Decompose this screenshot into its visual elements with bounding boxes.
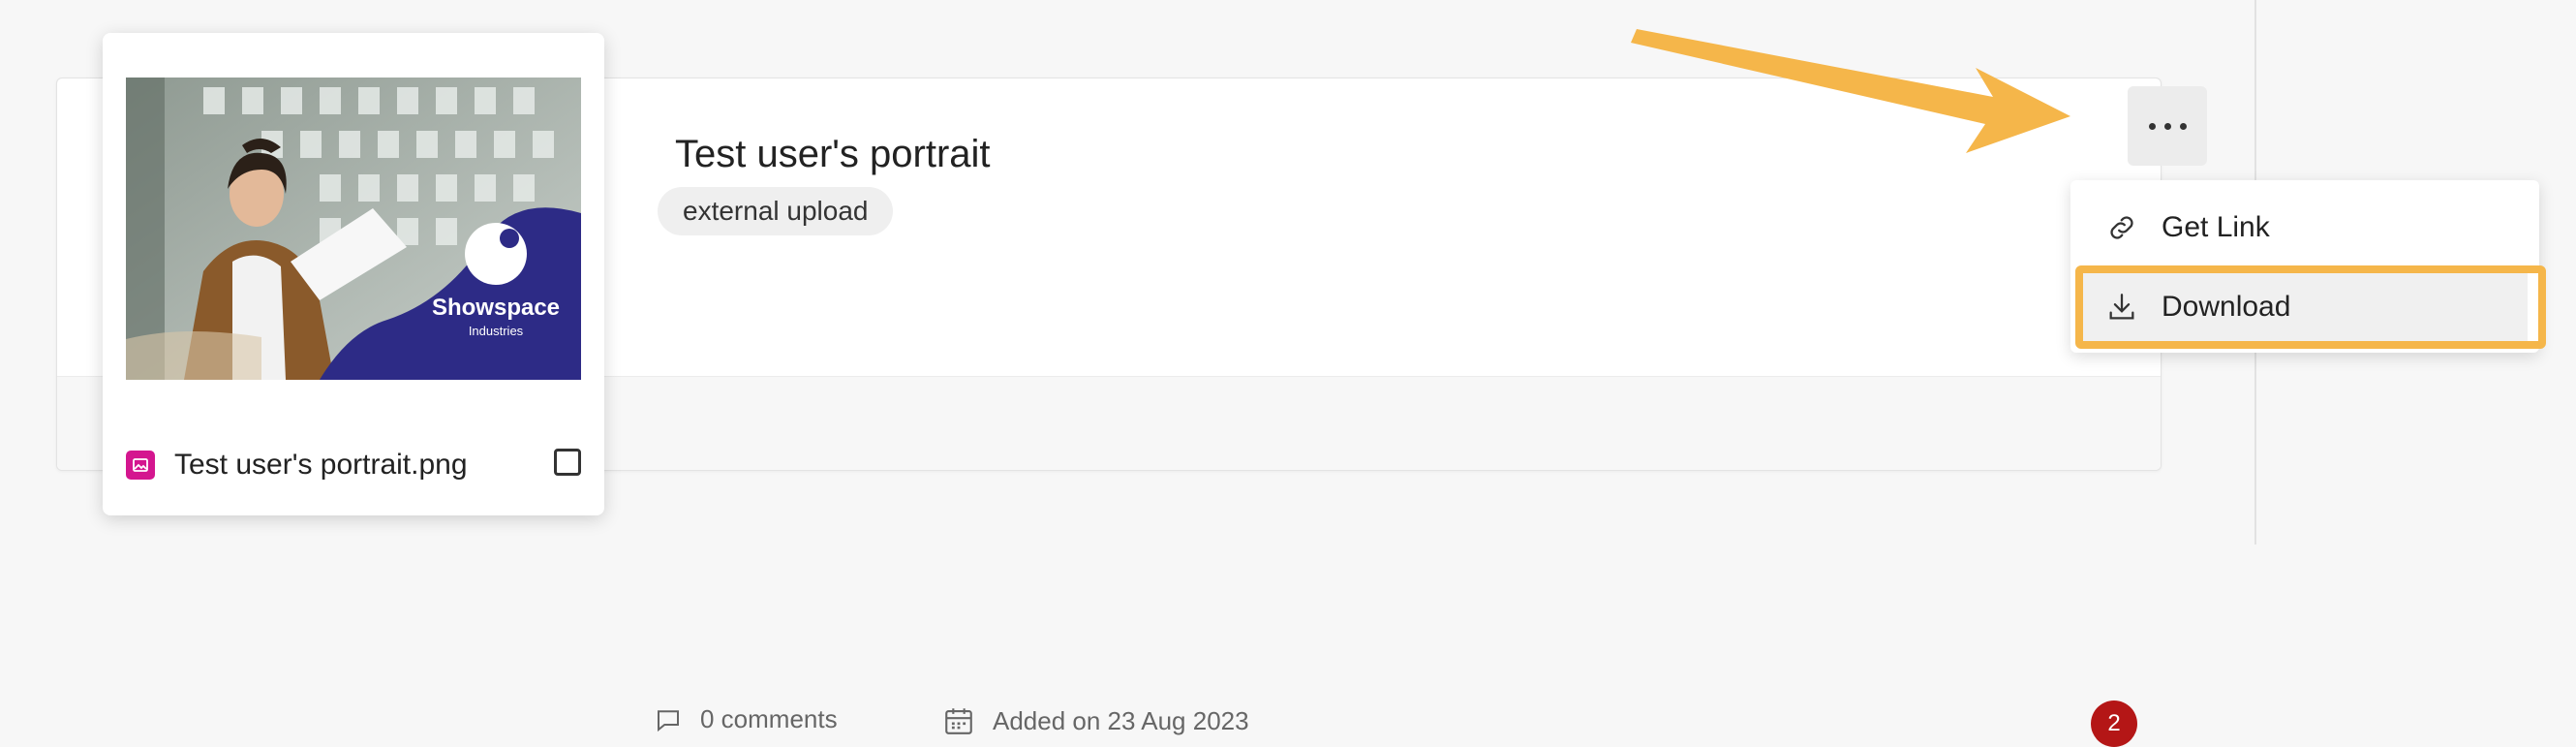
notification-badge[interactable]: 2 — [2091, 700, 2137, 747]
comment-icon — [658, 709, 679, 731]
comments-count: 0 comments — [700, 704, 838, 733]
date-meta: Added on 23 Aug 2023 — [942, 704, 1249, 737]
calendar-icon — [945, 708, 972, 734]
added-date: Added on 23 Aug 2023 — [993, 705, 1249, 735]
annotation-arrow-icon — [1631, 29, 2070, 153]
comments-meta[interactable]: 0 comments — [654, 704, 838, 734]
